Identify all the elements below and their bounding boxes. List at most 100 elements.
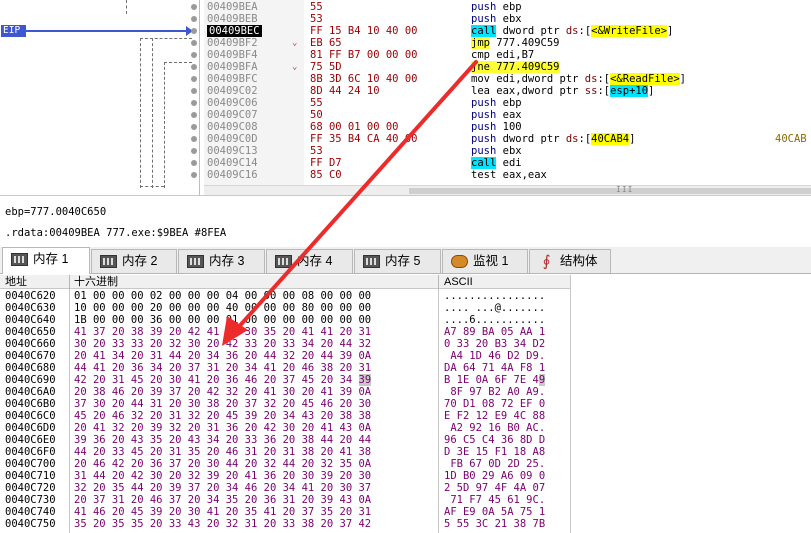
- hex-byte[interactable]: 45: [131, 374, 150, 386]
- dump-ascii[interactable]: E F2 12 E9 4C 88: [444, 411, 545, 422]
- hex-byte[interactable]: 20: [207, 374, 226, 386]
- tab-memory-2[interactable]: 内存 2: [91, 249, 177, 273]
- dump-hex-bytes[interactable]: 1B 00 00 00 36 00 00 00 01 00 00 00 00 0…: [74, 315, 371, 326]
- dump-ascii[interactable]: 5 55 3C 21 38 7B: [444, 519, 545, 530]
- tab-struct[interactable]: ∮ 结构体: [529, 249, 611, 273]
- hex-byte[interactable]: 34: [340, 374, 359, 386]
- instruction-row[interactable]: 00409C06 55 push ebp: [0, 97, 811, 109]
- dump-hex-bytes[interactable]: 01 00 00 00 02 00 00 00 04 00 00 00 08 0…: [74, 291, 371, 302]
- tab-memory-1[interactable]: 内存 1: [2, 247, 90, 274]
- dump-row[interactable]: 0040C650 41 37 20 38 39 20 42 41 20 30 35…: [0, 327, 570, 338]
- dump-hex-bytes[interactable]: 35 20 35 35 20 33 43 20 32 31 20 33 38 2…: [74, 519, 371, 530]
- dump-ascii[interactable]: FB 67 0D 2D 25.: [444, 459, 545, 470]
- hex-byte[interactable]: 37: [283, 374, 302, 386]
- instruction-row[interactable]: 00409BFA ⌄ 75 5D jne 777.409C59: [0, 61, 811, 73]
- dump-row[interactable]: 0040C6A0 20 38 46 20 39 37 20 42 32 20 41…: [0, 387, 570, 398]
- instruction-row[interactable]: 00409BEC FF 15 B4 10 40 00 call dword ptr …: [0, 25, 811, 37]
- instruction-row[interactable]: 00409C13 53 push ebx: [0, 145, 811, 157]
- breakpoint-dot-icon[interactable]: [191, 160, 197, 166]
- dump-ascii[interactable]: A2 92 16 B0 AC.: [444, 423, 545, 434]
- dump-row[interactable]: 0040C710 31 44 20 42 30 20 32 39 20 41 36…: [0, 471, 570, 482]
- dump-hex-bytes[interactable]: 20 37 31 20 46 37 20 34 35 20 36 31 20 3…: [74, 495, 371, 506]
- dump-hex-bytes[interactable]: 32 20 35 44 20 39 37 20 34 46 20 34 41 2…: [74, 483, 371, 494]
- dump-hex-bytes[interactable]: 10 00 00 00 20 00 00 00 40 00 00 00 80 0…: [74, 303, 371, 314]
- dump-row[interactable]: 0040C750 35 20 35 35 20 33 43 20 32 31 20…: [0, 519, 570, 530]
- hex-byte[interactable]: 31: [112, 374, 131, 386]
- breakpoint-dot-icon[interactable]: [191, 40, 197, 46]
- dump-ascii[interactable]: ................: [444, 291, 545, 302]
- hex-byte[interactable]: 42: [74, 374, 93, 386]
- hex-byte[interactable]: 20: [264, 374, 283, 386]
- dump-hex-bytes[interactable]: 44 41 20 36 34 20 37 31 20 34 41 20 46 3…: [74, 363, 371, 374]
- dump-ascii[interactable]: 71 F7 45 61 9C.: [444, 495, 545, 506]
- dump-hex-bytes[interactable]: 41 37 20 38 39 20 42 41 20 30 35 20 41 4…: [74, 327, 371, 338]
- breakpoint-dot-icon[interactable]: [191, 76, 197, 82]
- dump-row[interactable]: 0040C640 1B 00 00 00 36 00 00 00 01 00 00…: [0, 315, 570, 326]
- hex-byte[interactable]: 41: [188, 374, 207, 386]
- selected-hex-byte[interactable]: 39: [358, 374, 372, 386]
- instruction-row[interactable]: 00409BF2 ⌄ EB 65 jmp 777.409C59: [0, 37, 811, 49]
- header-ascii[interactable]: ASCII: [444, 275, 473, 289]
- dump-ascii[interactable]: 0 33 20 B3 34 D2: [444, 339, 545, 350]
- breakpoint-dot-icon[interactable]: [191, 124, 197, 130]
- hex-byte[interactable]: 20: [321, 374, 340, 386]
- dump-hex-bytes[interactable]: 44 20 33 45 20 31 35 20 46 31 20 31 38 2…: [74, 447, 371, 458]
- dump-row[interactable]: 0040C720 32 20 35 44 20 39 37 20 34 46 20…: [0, 483, 570, 494]
- dump-hex-bytes[interactable]: 20 41 34 20 31 44 20 34 36 20 44 32 20 4…: [74, 351, 371, 362]
- breakpoint-dot-icon[interactable]: [191, 4, 197, 10]
- scrollbar-thumb[interactable]: [409, 188, 811, 194]
- hex-byte[interactable]: 20: [93, 374, 112, 386]
- dump-row[interactable]: 0040C740 41 46 20 45 39 20 30 41 20 35 41…: [0, 507, 570, 518]
- dump-row[interactable]: 0040C730 20 37 31 20 46 37 20 34 35 20 36…: [0, 495, 570, 506]
- hex-byte[interactable]: 46: [245, 374, 264, 386]
- dump-hex-bytes[interactable]: 20 46 42 20 36 37 20 30 44 20 32 44 20 3…: [74, 459, 371, 470]
- breakpoint-dot-icon[interactable]: [191, 52, 197, 58]
- horizontal-scrollbar[interactable]: III: [204, 185, 811, 195]
- tab-memory-3[interactable]: 内存 3: [178, 249, 265, 273]
- hex-byte[interactable]: 45: [302, 374, 321, 386]
- dump-row[interactable]: 0040C680 44 41 20 36 34 20 37 31 20 34 41…: [0, 363, 570, 374]
- dump-ascii[interactable]: D 3E 15 F1 18 A8: [444, 447, 545, 458]
- instruction-row[interactable]: 00409BFC 8B 3D 6C 10 40 00 mov edi,dword p…: [0, 73, 811, 85]
- dump-ascii[interactable]: A7 89 BA 05 AA 1: [444, 327, 545, 338]
- header-hex[interactable]: 十六进制: [74, 275, 118, 289]
- dump-hex-bytes[interactable]: 20 38 46 20 39 37 20 42 32 20 41 30 20 4…: [74, 387, 371, 398]
- instruction-row[interactable]: 00409BF4 81 FF B7 00 00 00 cmp edi,B7: [0, 49, 811, 61]
- breakpoint-dot-icon[interactable]: [191, 100, 197, 106]
- memory-dump-pane[interactable]: 地址 十六进制 ASCII 0040C620 01 00 00 00 02 00 …: [0, 275, 811, 533]
- dump-row[interactable]: 0040C660 30 20 33 33 20 32 30 20 42 33 20…: [0, 339, 570, 350]
- instruction-row[interactable]: 00409C08 68 00 01 00 00 push 100: [0, 121, 811, 133]
- instruction-row[interactable]: 00409C0D FF 35 B4 CA 40 00 push dword ptr …: [0, 133, 811, 145]
- dump-ascii[interactable]: 70 D1 08 72 EF 0: [444, 399, 545, 410]
- dump-ascii[interactable]: B 1E 0A 6F 7E 49: [444, 374, 546, 386]
- selected-ascii-char[interactable]: 9: [538, 374, 546, 386]
- dump-ascii[interactable]: 8F 97 B2 A0 A9.: [444, 387, 545, 398]
- dump-hex-bytes[interactable]: 30 20 33 33 20 32 30 20 42 33 20 33 34 2…: [74, 339, 371, 350]
- dump-hex-bytes[interactable]: 37 30 20 44 31 20 30 38 20 37 32 20 45 4…: [74, 399, 371, 410]
- dump-row[interactable]: 0040C620 01 00 00 00 02 00 00 00 04 00 00…: [0, 291, 570, 302]
- breakpoint-dot-icon[interactable]: [191, 16, 197, 22]
- dump-row[interactable]: 0040C6B0 37 30 20 44 31 20 30 38 20 37 32…: [0, 399, 570, 410]
- dump-hex-bytes[interactable]: 41 46 20 45 39 20 30 41 20 35 41 20 37 3…: [74, 507, 371, 518]
- dump-row[interactable]: 0040C6F0 44 20 33 45 20 31 35 20 46 31 20…: [0, 447, 570, 458]
- dump-row[interactable]: 0040C6C0 45 20 46 32 20 31 32 20 45 39 20…: [0, 411, 570, 422]
- dump-hex-bytes[interactable]: 42 20 31 45 20 30 41 20 36 46 20 37 45 2…: [74, 374, 372, 386]
- dump-row[interactable]: 0040C630 10 00 00 00 20 00 00 00 40 00 00…: [0, 303, 570, 314]
- tab-watch-1[interactable]: 监视 1: [442, 249, 528, 273]
- dump-ascii[interactable]: 2 5D 97 4F 4A 07: [444, 483, 545, 494]
- instruction-row[interactable]: 00409BEB 53 push ebx: [0, 13, 811, 25]
- hex-byte[interactable]: 20: [150, 374, 169, 386]
- tab-memory-5[interactable]: 内存 5: [354, 249, 441, 273]
- dump-ascii[interactable]: 96 C5 C4 36 8D D: [444, 435, 545, 446]
- header-address[interactable]: 地址: [5, 275, 27, 289]
- dump-ascii[interactable]: ....6...........: [444, 315, 545, 326]
- dump-ascii[interactable]: DA 64 71 4A F8 1: [444, 363, 545, 374]
- dump-row[interactable]: 0040C670 20 41 34 20 31 44 20 34 36 20 44…: [0, 351, 570, 362]
- dump-hex-bytes[interactable]: 31 44 20 42 30 20 32 39 20 41 36 20 30 3…: [74, 471, 371, 482]
- breakpoint-dot-icon[interactable]: [191, 88, 197, 94]
- dump-ascii[interactable]: A4 1D 46 D2 D9.: [444, 351, 545, 362]
- dump-hex-bytes[interactable]: 45 20 46 32 20 31 32 20 45 39 20 34 43 2…: [74, 411, 371, 422]
- breakpoint-dot-icon[interactable]: [191, 172, 197, 178]
- dump-row[interactable]: 0040C6D0 20 41 32 20 39 32 20 31 36 20 42…: [0, 423, 570, 434]
- instruction-row[interactable]: 00409C14 FF D7 call edi: [0, 157, 811, 169]
